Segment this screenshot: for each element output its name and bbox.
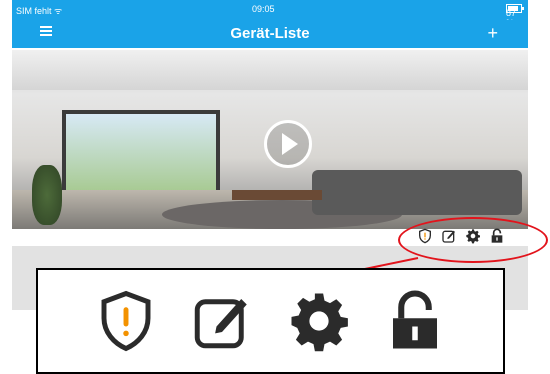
- room-sofa: [312, 170, 522, 215]
- edit-icon: [195, 299, 248, 349]
- camera-preview[interactable]: [12, 50, 528, 229]
- room-ceiling: [12, 50, 528, 90]
- page-title: Gerät-Liste: [230, 25, 310, 42]
- phone-screen: SIM fehlt ᯤ 09:05 87 % Gerät-Liste +: [12, 0, 528, 310]
- nav-bar: Gerät-Liste +: [12, 20, 528, 48]
- status-bar: SIM fehlt ᯤ 09:05 87 %: [12, 0, 528, 28]
- room-plant: [32, 165, 62, 225]
- alarm-shield-icon: [101, 290, 151, 352]
- zoomed-icons-callout: [36, 268, 505, 374]
- clock: 09:05: [252, 4, 275, 14]
- highlight-ellipse: [398, 217, 548, 263]
- carrier-label: SIM fehlt ᯤ: [16, 6, 63, 16]
- room-window: [62, 110, 220, 198]
- room-table: [232, 190, 322, 200]
- settings-gear-icon: [291, 293, 348, 352]
- add-device-button[interactable]: +: [487, 23, 498, 44]
- battery-status: 87 %: [506, 4, 524, 28]
- play-icon[interactable]: [264, 120, 312, 168]
- unlock-icon: [392, 290, 437, 349]
- battery-icon: [506, 4, 524, 13]
